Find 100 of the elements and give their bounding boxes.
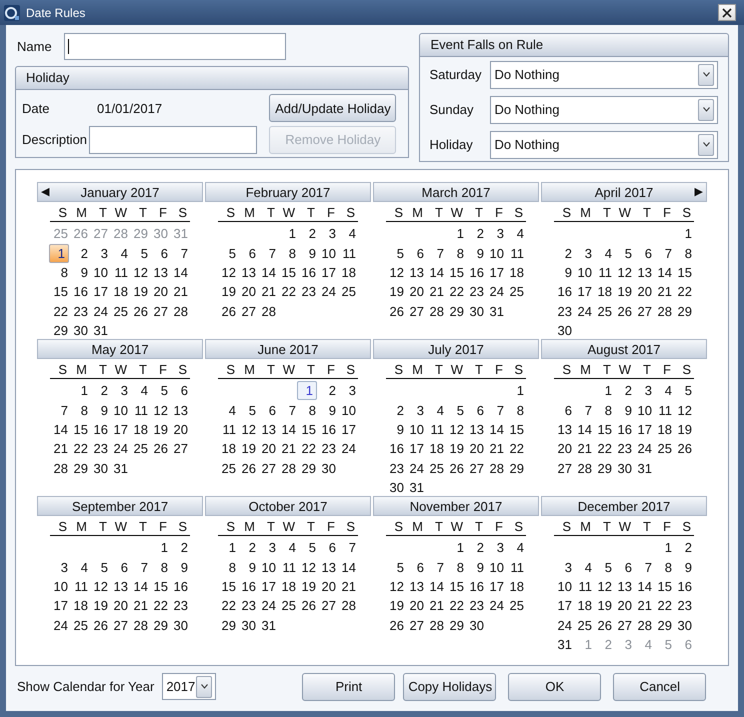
calendar-day[interactable]: 25 — [220, 460, 237, 477]
calendar-day[interactable]: 31 — [556, 636, 573, 654]
calendar-day[interactable]: 7 — [436, 558, 445, 576]
calendar-day[interactable]: 27 — [240, 302, 257, 320]
calendar-day[interactable]: 12 — [388, 264, 405, 281]
calendar-day[interactable]: 8 — [308, 402, 317, 419]
calendar-day[interactable]: 30 — [72, 322, 89, 340]
calendar-day[interactable]: 18 — [508, 264, 525, 281]
calendar-day[interactable]: 10 — [92, 264, 109, 281]
calendar-day[interactable]: 26 — [388, 616, 405, 634]
calendar-day[interactable]: 15 — [152, 578, 169, 595]
calendar-day[interactable]: 6 — [476, 402, 485, 419]
calendar-day[interactable]: 1 — [80, 382, 89, 400]
calendar-day[interactable]: 1 — [296, 381, 317, 400]
calendar-day[interactable]: 1 — [516, 382, 525, 400]
calendar-day[interactable]: 8 — [684, 244, 693, 262]
calendar-day[interactable]: 19 — [152, 420, 169, 438]
calendar-day[interactable]: 22 — [508, 440, 525, 458]
calendar-day[interactable]: 27 — [616, 616, 633, 634]
calendar-day[interactable]: 10 — [556, 578, 573, 595]
calendar-day[interactable]: 27 — [636, 302, 653, 320]
calendar-day[interactable]: 25 — [508, 597, 525, 614]
calendar-day[interactable]: 30 — [320, 460, 337, 477]
calendar-day[interactable]: 16 — [468, 578, 485, 595]
calendar-day[interactable]: 5 — [604, 558, 613, 576]
calendar-day[interactable]: 3 — [348, 382, 357, 400]
calendar-day[interactable]: 10 — [488, 244, 505, 262]
calendar-day[interactable]: 7 — [60, 402, 69, 419]
calendar-day[interactable]: 29 — [448, 616, 465, 634]
dialog-button[interactable]: OK — [508, 672, 602, 700]
calendar-day[interactable]: 3 — [328, 225, 337, 242]
calendar-day[interactable]: 6 — [416, 558, 425, 576]
calendar-day[interactable]: 10 — [112, 402, 129, 419]
calendar-day[interactable]: 26 — [596, 616, 613, 634]
calendar-day[interactable]: 26 — [220, 302, 237, 320]
calendar-day[interactable]: 4 — [516, 539, 525, 556]
calendar-day[interactable]: 7 — [436, 244, 445, 262]
calendar-day[interactable]: 15 — [448, 264, 465, 281]
calendar-day[interactable]: 21 — [428, 283, 445, 300]
calendar-day[interactable]: 25 — [112, 302, 129, 320]
calendar-day[interactable]: 5 — [624, 244, 633, 262]
previous-month-arrow[interactable]: ◀ — [41, 184, 50, 199]
calendar-day[interactable]: 2 — [624, 382, 633, 400]
calendar-day[interactable]: 28 — [260, 302, 277, 320]
calendar-day[interactable]: 1 — [684, 225, 693, 242]
calendar-day[interactable]: 24 — [488, 283, 505, 300]
calendar-day[interactable]: 13 — [240, 264, 257, 281]
calendar-day[interactable]: 26 — [616, 302, 633, 320]
calendar-day[interactable]: 29 — [448, 302, 465, 320]
calendar-day[interactable]: 25 — [576, 616, 593, 634]
rule-dropdown[interactable]: Do Nothing — [490, 60, 718, 88]
calendar-day[interactable]: 15 — [300, 420, 317, 438]
calendar-day[interactable]: 28 — [52, 460, 69, 477]
calendar-day[interactable]: 18 — [112, 283, 129, 300]
calendar-day[interactable]: 4 — [288, 539, 297, 556]
calendar-day[interactable]: 15 — [508, 420, 525, 438]
calendar-day[interactable]: 6 — [644, 244, 653, 262]
calendar-day[interactable]: 24 — [636, 440, 653, 458]
calendar-day[interactable]: 28 — [340, 597, 357, 614]
calendar-day[interactable]: 18 — [428, 440, 445, 458]
calendar-day[interactable]: 11 — [430, 420, 445, 438]
calendar-day[interactable]: 22 — [676, 283, 693, 300]
calendar-day[interactable]: 13 — [320, 558, 337, 576]
calendar-day[interactable]: 22 — [300, 440, 317, 458]
calendar-day[interactable]: 21 — [260, 283, 277, 300]
calendar-day[interactable]: 2 — [476, 225, 485, 242]
calendar-day[interactable]: 1 — [456, 539, 465, 556]
calendar-day[interactable]: 30 — [240, 616, 257, 634]
calendar-day[interactable]: 14 — [52, 420, 69, 438]
calendar-day[interactable]: 24 — [556, 616, 573, 634]
calendar-day[interactable]: 25 — [596, 302, 613, 320]
calendar-day[interactable]: 22 — [656, 597, 673, 614]
calendar-day[interactable]: 10 — [340, 402, 357, 419]
calendar-day[interactable]: 9 — [684, 558, 693, 576]
calendar-day[interactable]: 8 — [664, 558, 673, 576]
calendar-day[interactable]: 30 — [676, 616, 693, 634]
calendar-day[interactable]: 28 — [172, 302, 189, 320]
calendar-day[interactable]: 26 — [448, 460, 465, 477]
calendar-day[interactable]: 10 — [260, 558, 277, 576]
calendar-day[interactable]: 16 — [72, 283, 89, 300]
calendar-day[interactable]: 17 — [340, 420, 357, 438]
calendar-day[interactable]: 21 — [428, 597, 445, 614]
calendar-day[interactable]: 22 — [280, 283, 297, 300]
calendar-day[interactable]: 30 — [468, 302, 485, 320]
calendar-day[interactable]: 12 — [132, 264, 149, 281]
calendar-day[interactable]: 7 — [496, 402, 505, 419]
calendar-day[interactable]: 6 — [180, 382, 189, 400]
calendar-day[interactable]: 25 — [656, 440, 673, 458]
calendar-day[interactable]: 16 — [172, 578, 189, 595]
calendar-day[interactable]: 9 — [248, 558, 257, 576]
calendar-day[interactable]: 17 — [52, 597, 69, 614]
calendar-day[interactable]: 11 — [510, 244, 525, 262]
calendar-day[interactable]: 29 — [72, 460, 89, 477]
calendar-day[interactable]: 21 — [132, 597, 149, 614]
calendar-day[interactable]: 19 — [388, 597, 405, 614]
calendar-day[interactable]: 28 — [576, 460, 593, 477]
calendar-day[interactable]: 6 — [564, 402, 573, 419]
calendar-day[interactable]: 14 — [132, 578, 149, 595]
calendar-day[interactable]: 25 — [72, 616, 89, 634]
calendar-day[interactable]: 18 — [280, 578, 297, 595]
